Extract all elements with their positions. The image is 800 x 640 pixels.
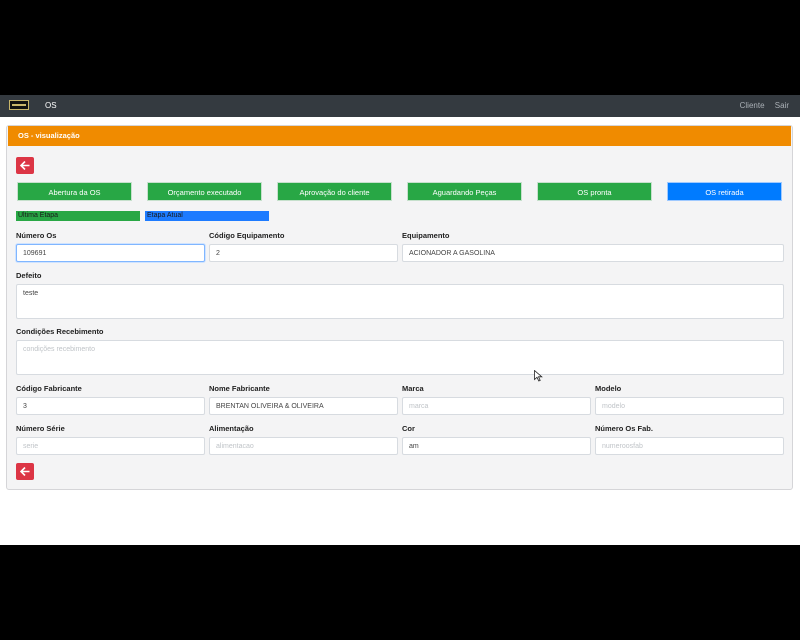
numero-serie-input[interactable]: serie — [16, 437, 205, 455]
label-condicoes-recebimento: Condições Recebimento — [16, 327, 104, 336]
mouse-cursor-icon — [534, 370, 543, 382]
numero-os-fab-input[interactable]: numeroosfab — [595, 437, 784, 455]
marca-input[interactable]: marca — [402, 397, 591, 415]
os-view-card: OS - visualização Abertura da OS Orçamen… — [6, 125, 793, 490]
nav-link-sair[interactable]: Sair — [775, 101, 789, 110]
label-numero-serie: Número Série — [16, 424, 65, 433]
back-button-bottom[interactable] — [16, 463, 34, 480]
back-button-top[interactable] — [16, 157, 34, 174]
modelo-input[interactable]: modelo — [595, 397, 784, 415]
nav-brand[interactable]: OS — [45, 101, 57, 110]
numero-os-input[interactable]: 109691 — [16, 244, 205, 262]
company-logo[interactable] — [9, 100, 29, 110]
codigo-equipamento-input[interactable]: 2 — [209, 244, 398, 262]
top-navbar: OS Cliente Sair — [0, 95, 800, 117]
condicoes-recebimento-textarea[interactable]: condições recebimento — [16, 340, 784, 375]
legend-last-stage: Ultima Etapa — [16, 211, 140, 221]
nav-link-cliente[interactable]: Cliente — [740, 101, 765, 110]
stage-pronta[interactable]: OS pronta — [537, 182, 652, 201]
label-codigo-fabricante: Código Fabricante — [16, 384, 82, 393]
label-codigo-equipamento: Código Equipamento — [209, 231, 285, 240]
nav-links: Cliente Sair — [732, 101, 789, 110]
equipamento-input[interactable]: ACIONADOR A GASOLINA — [402, 244, 784, 262]
arrow-left-icon — [20, 467, 30, 476]
label-alimentacao: Alimentação — [209, 424, 254, 433]
label-modelo: Modelo — [595, 384, 622, 393]
label-cor: Cor — [402, 424, 415, 433]
stage-abertura[interactable]: Abertura da OS — [17, 182, 132, 201]
nome-fabricante-input[interactable]: BRENTAN OLIVEIRA & OLIVEIRA — [209, 397, 398, 415]
codigo-fabricante-input[interactable]: 3 — [16, 397, 205, 415]
label-numero-os-fab: Número Os Fab. — [595, 424, 653, 433]
stage-retirada[interactable]: OS retirada — [667, 182, 782, 201]
arrow-left-icon — [20, 161, 30, 170]
cor-input[interactable]: am — [402, 437, 591, 455]
stage-orcamento[interactable]: Orçamento executado — [147, 182, 262, 201]
label-numero-os: Número Os — [16, 231, 57, 240]
label-equipamento: Equipamento — [402, 231, 450, 240]
label-nome-fabricante: Nome Fabricante — [209, 384, 270, 393]
label-defeito: Defeito — [16, 271, 42, 280]
app-screen: OS Cliente Sair OS - visualização Abertu… — [0, 95, 800, 545]
alimentacao-input[interactable]: alimentacao — [209, 437, 398, 455]
defeito-textarea[interactable]: teste — [16, 284, 784, 319]
stage-aguardando[interactable]: Aguardando Peças — [407, 182, 522, 201]
label-marca: Marca — [402, 384, 424, 393]
stage-aprovacao[interactable]: Aprovação do cliente — [277, 182, 392, 201]
card-title: OS - visualização — [8, 126, 791, 146]
legend-current-stage: Etapa Atual — [145, 211, 269, 221]
